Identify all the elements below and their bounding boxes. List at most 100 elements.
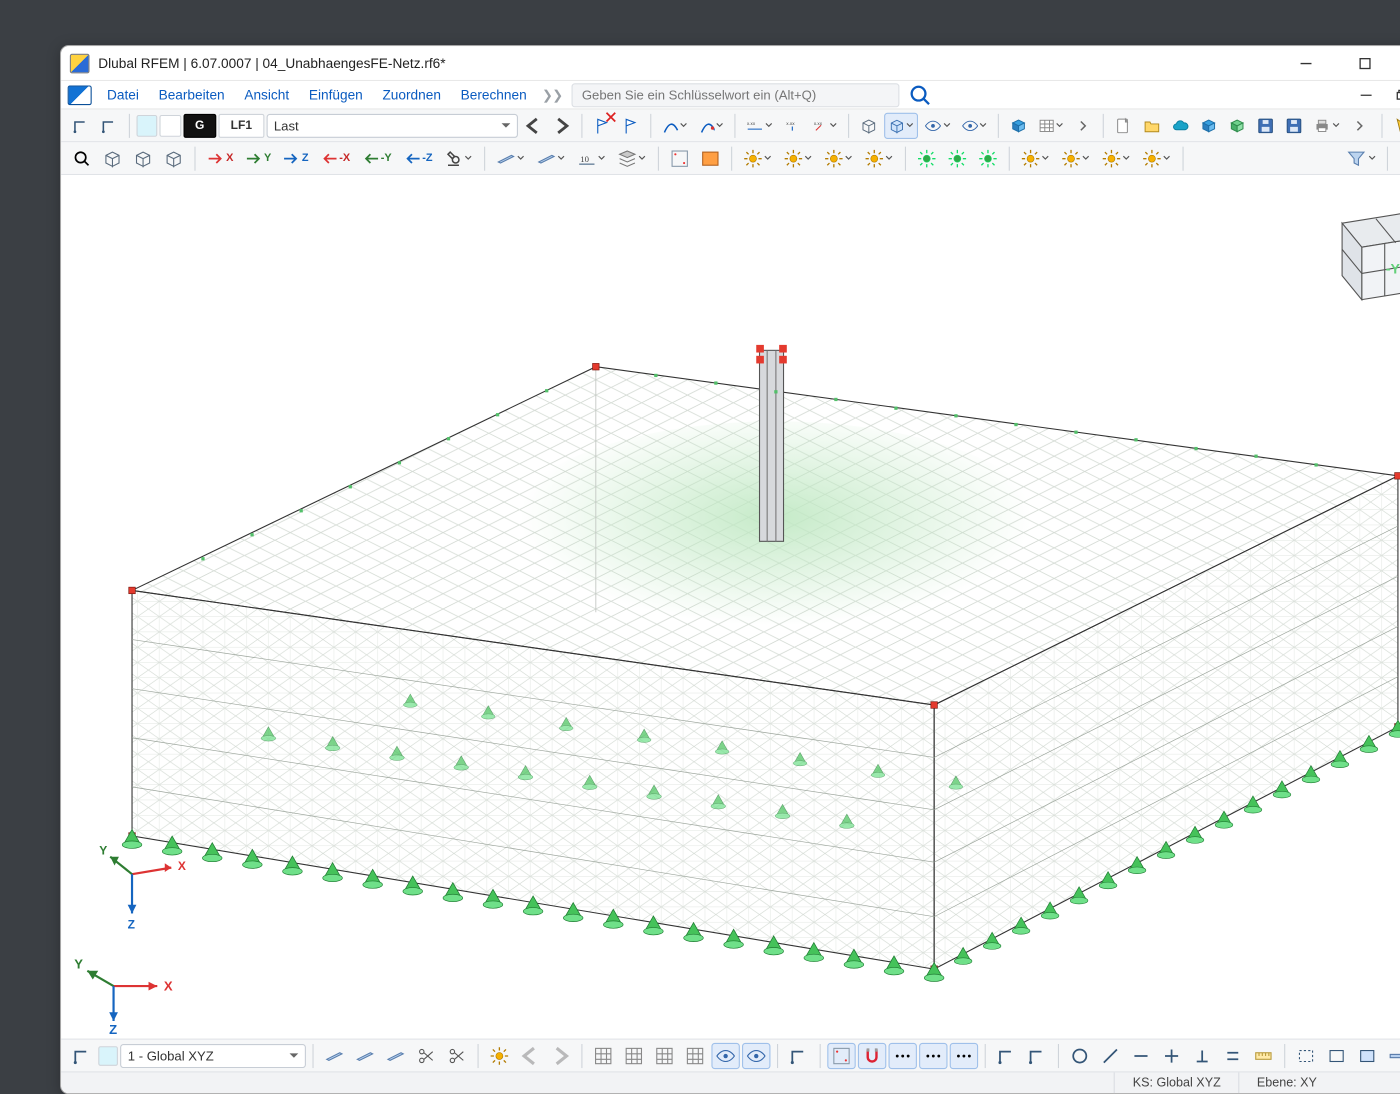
- set-workplane-1-icon[interactable]: [68, 112, 94, 138]
- load-green-2-icon[interactable]: [943, 145, 971, 171]
- minimize-button[interactable]: [1281, 46, 1331, 81]
- grid-toggle-4-icon[interactable]: [681, 1042, 709, 1068]
- wp-tool-3-icon[interactable]: [381, 1042, 409, 1068]
- open-model-icon[interactable]: [1139, 112, 1165, 138]
- wp-tool-5-icon[interactable]: [443, 1042, 471, 1068]
- wp-sun-icon[interactable]: [485, 1042, 513, 1068]
- load-new-1-icon[interactable]: [739, 145, 777, 171]
- quick-search-input[interactable]: [572, 83, 900, 107]
- view-neg-z[interactable]: -Z: [398, 145, 437, 171]
- eye-toggle-1-icon[interactable]: [711, 1042, 739, 1068]
- load-orange-2-icon[interactable]: [1057, 145, 1095, 171]
- line-perp-icon[interactable]: [1188, 1042, 1216, 1068]
- wire-cube-3-icon[interactable]: [159, 145, 187, 171]
- orientation-cube[interactable]: -Y -X: [1309, 193, 1400, 313]
- mdi-restore-button[interactable]: [1386, 83, 1400, 107]
- show-solid-icon[interactable]: [884, 112, 918, 138]
- menu-bearbeiten[interactable]: Bearbeiten: [150, 84, 234, 106]
- load-new-2-icon[interactable]: [779, 145, 817, 171]
- snap-dots2-icon[interactable]: [919, 1042, 947, 1068]
- wp-prev-icon[interactable]: [516, 1042, 544, 1068]
- workplane-select[interactable]: 1 - Global XYZ: [120, 1043, 306, 1067]
- load-green-1-icon[interactable]: [912, 145, 940, 171]
- sel-rect3-icon[interactable]: [1353, 1042, 1381, 1068]
- show-results-eye-icon[interactable]: [921, 112, 955, 138]
- sel-rect-icon[interactable]: [1292, 1042, 1320, 1068]
- grid-toggle-3-icon[interactable]: [650, 1042, 678, 1068]
- save-as-icon[interactable]: [1281, 112, 1307, 138]
- ruler-icon[interactable]: [1249, 1042, 1277, 1068]
- view-pos-x[interactable]: X: [202, 145, 238, 171]
- num10-icon[interactable]: [573, 145, 611, 171]
- line-diag-icon[interactable]: [1096, 1042, 1124, 1068]
- quick-search[interactable]: [572, 83, 900, 107]
- sel-rect2-icon[interactable]: [1322, 1042, 1350, 1068]
- view-neg-x[interactable]: -X: [315, 145, 354, 171]
- sel-beam-icon[interactable]: [1384, 1042, 1400, 1068]
- deformation-1-icon[interactable]: [657, 112, 691, 138]
- load-new-4-icon[interactable]: [860, 145, 898, 171]
- mesh-points-icon[interactable]: [665, 145, 693, 171]
- eye-toggle-2-icon[interactable]: [742, 1042, 770, 1068]
- line-par-icon[interactable]: [1219, 1042, 1247, 1068]
- box3d-green-icon[interactable]: [1224, 112, 1250, 138]
- grid-dots-icon[interactable]: [1395, 145, 1400, 171]
- set-workplane-2-icon[interactable]: [96, 112, 122, 138]
- menu-berechnen[interactable]: Berechnen: [452, 84, 536, 106]
- load-green-3-icon[interactable]: [974, 145, 1002, 171]
- show-model-icon[interactable]: [856, 112, 882, 138]
- new-model-icon[interactable]: [1111, 112, 1137, 138]
- cloud-1-icon[interactable]: [1168, 112, 1194, 138]
- load-new-3-icon[interactable]: [820, 145, 858, 171]
- wp-next-icon[interactable]: [546, 1042, 574, 1068]
- menu-einfuegen[interactable]: Einfügen: [300, 84, 371, 106]
- loads-flag-2-icon[interactable]: [617, 112, 643, 138]
- grid-toggle-1-icon[interactable]: [589, 1042, 617, 1068]
- workplane-origin-icon[interactable]: [68, 1042, 96, 1068]
- quick-search-button[interactable]: [906, 83, 934, 107]
- clipboard-cube-icon[interactable]: [1005, 112, 1031, 138]
- wp-tool-2-icon[interactable]: [351, 1042, 379, 1068]
- mesh-color-icon[interactable]: [696, 145, 724, 171]
- loadcase-select[interactable]: Last: [266, 113, 517, 137]
- toolbar-overflow-2[interactable]: [1346, 112, 1372, 138]
- loadcase-next-button[interactable]: [548, 112, 574, 138]
- ortho-mode-icon[interactable]: [992, 1042, 1020, 1068]
- snap-dots-icon[interactable]: [888, 1042, 916, 1068]
- circle-tool-icon[interactable]: [1066, 1042, 1094, 1068]
- wire-cube-1-icon[interactable]: [98, 145, 126, 171]
- mdi-minimize-button[interactable]: [1351, 83, 1382, 107]
- viewport-3d[interactable]: X Y Z -Y -X: [61, 175, 1400, 1038]
- view-color-2[interactable]: [160, 114, 181, 136]
- menu-zuordnen[interactable]: Zuordnen: [374, 84, 450, 106]
- view-color-1[interactable]: [136, 114, 157, 136]
- load-orange-1-icon[interactable]: [1016, 145, 1054, 171]
- loads-flag-1-icon[interactable]: [589, 112, 615, 138]
- zoom-extents-icon[interactable]: [68, 145, 96, 171]
- view-pos-z[interactable]: Z: [278, 145, 313, 171]
- snap-magnet-icon[interactable]: [858, 1042, 886, 1068]
- layers-icon[interactable]: [613, 145, 651, 171]
- result-text-x2-icon[interactable]: x.xx: [807, 112, 841, 138]
- result-text-xxx-icon[interactable]: x.xx: [742, 112, 776, 138]
- toolbar-overflow-1[interactable]: [1070, 112, 1096, 138]
- menu-ansicht[interactable]: Ansicht: [236, 84, 298, 106]
- angle-icon[interactable]: [785, 1042, 813, 1068]
- loadcase-prev-button[interactable]: [520, 112, 546, 138]
- filter-icon[interactable]: [1342, 145, 1380, 171]
- menu-datei[interactable]: Datei: [98, 84, 147, 106]
- deformation-2-icon[interactable]: [694, 112, 728, 138]
- save-icon[interactable]: [1253, 112, 1279, 138]
- line-cross-icon[interactable]: [1157, 1042, 1185, 1068]
- view-pos-y[interactable]: Y: [240, 145, 276, 171]
- loadcase-category-chip[interactable]: G: [183, 113, 216, 137]
- ortho-mode2-icon[interactable]: [1023, 1042, 1051, 1068]
- grid-toggle-2-icon[interactable]: [620, 1042, 648, 1068]
- wire-cube-2-icon[interactable]: [129, 145, 157, 171]
- load-orange-3-icon[interactable]: [1097, 145, 1135, 171]
- print-icon[interactable]: [1310, 112, 1344, 138]
- result-table-icon[interactable]: [1034, 112, 1068, 138]
- show-results-eye2-icon[interactable]: [957, 112, 991, 138]
- wp-tool-1-icon[interactable]: [320, 1042, 348, 1068]
- line-horiz-icon[interactable]: [1127, 1042, 1155, 1068]
